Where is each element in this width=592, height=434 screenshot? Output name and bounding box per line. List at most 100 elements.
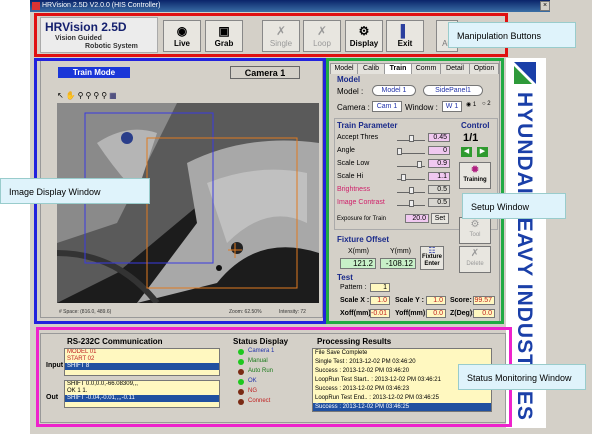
accept-thres-value[interactable]: 0.45	[428, 133, 450, 142]
scale-hi-slider[interactable]	[397, 171, 425, 181]
fixture-enter-button[interactable]: ☷ Fixture Enter	[420, 246, 444, 270]
status-led-icon	[238, 359, 244, 365]
exit-button[interactable]: ▌ Exit	[386, 20, 424, 52]
exit-door-icon: ▌	[400, 24, 410, 38]
set-exposure-button[interactable]: Set	[431, 213, 449, 224]
pan-icon[interactable]: ✋	[66, 91, 76, 101]
scale-low-slider[interactable]	[397, 158, 425, 168]
part-select[interactable]: SidePanel1	[423, 85, 483, 96]
pattern-label: Pattern :	[340, 284, 367, 291]
display-button[interactable]: ⚙ Display	[345, 20, 383, 52]
result-item: LoopRun Test End.. : 2013-12-02 PM 03:46…	[315, 395, 439, 401]
scale-y-value: 1.0	[426, 296, 446, 305]
xoff-value: -0.01	[370, 309, 390, 318]
close-icon[interactable]: ×	[540, 1, 550, 11]
tab-calib[interactable]: Calib	[357, 63, 385, 74]
model-label: Model :	[337, 87, 364, 96]
training-button[interactable]: ✹ Training	[459, 162, 491, 189]
list-item: SHIFT 8	[65, 363, 219, 370]
list-item: START 02	[67, 356, 95, 362]
mode-label: Train Mode	[58, 67, 130, 78]
tab-comm[interactable]: Comm	[411, 63, 441, 74]
scale-x-value: 1.0	[370, 296, 390, 305]
input-label: Input	[46, 362, 64, 369]
image-toolbar: ↖ ✋ ⚲ ⚲ ⚲ ⚲ ▦	[57, 91, 137, 101]
grid-icon[interactable]: ▦	[109, 91, 117, 101]
status-indicator-label: Manual	[248, 358, 268, 364]
app-name: HRVision 2.5D	[45, 20, 127, 34]
prev-arrow-icon[interactable]: ◀	[461, 147, 472, 157]
contrast-slider[interactable]	[397, 197, 425, 207]
zoom-reset-icon[interactable]: ⚲	[101, 91, 107, 101]
out-label: Out	[46, 394, 59, 401]
status-led-icon	[238, 399, 244, 405]
scale-x-label: Scale X :	[340, 297, 370, 304]
camera-select[interactable]: Cam 1	[372, 101, 402, 112]
window-radio-2[interactable]: ○ 2	[482, 101, 491, 107]
status-display-header: Status Display	[233, 337, 289, 346]
exposure-label: Exposure for Train	[337, 216, 387, 222]
pointer-icon[interactable]: ↖	[57, 91, 64, 101]
window-radio-1[interactable]: ◉ 1	[466, 101, 476, 108]
train-parameter-header: Train Parameter	[337, 121, 398, 130]
list-item: SHIFT -0.04,-0.01,,,,-0.11	[65, 395, 219, 402]
app-subtitle-1: Vision Guided	[55, 35, 102, 42]
grab-button[interactable]: ▣ Grab	[205, 20, 243, 52]
yoff-value: 0.0	[426, 309, 446, 318]
fixture-y-value[interactable]: -108.12	[380, 258, 416, 269]
brightness-value[interactable]: 0.5	[428, 185, 450, 194]
list-item: SHIFT 0.0,0.0,-66.08309,,,	[67, 381, 138, 387]
pattern-value: 1	[370, 283, 390, 292]
brightness-slider[interactable]	[397, 184, 425, 194]
loop-button[interactable]: ✗ Loop	[303, 20, 341, 52]
tab-model[interactable]: Model	[330, 63, 358, 74]
zoom-fit-icon[interactable]: ⚲	[93, 91, 99, 101]
app-icon	[32, 2, 40, 10]
contrast-value[interactable]: 0.5	[428, 198, 450, 207]
status-indicator-label: NG	[248, 388, 257, 394]
space-readout: # Space: (816.0, 489.6)	[59, 309, 112, 315]
y-mm-label: Y(mm)	[390, 248, 411, 255]
hhi-logo-icon	[510, 58, 540, 88]
image-status-bar: # Space: (816.0, 489.6) Zoom: 62.50% Int…	[57, 308, 319, 317]
tab-option[interactable]: Option	[469, 63, 499, 74]
status-led-icon	[238, 389, 244, 395]
delete-button[interactable]: ✗ Delete	[459, 246, 491, 273]
title-bar: HRVision 2.5D V2.0.0 (HIS Controller)	[30, 0, 550, 12]
model-select[interactable]: Model 1	[372, 85, 416, 96]
angle-slider[interactable]	[397, 145, 425, 155]
param-label: Image Contrast	[337, 199, 385, 206]
fixture-icon: ☷	[428, 246, 436, 255]
fixture-offset-header: Fixture Offset	[337, 235, 390, 244]
angle-value[interactable]: 0	[428, 146, 450, 155]
tab-train[interactable]: Train	[384, 63, 412, 74]
scale-low-value[interactable]: 0.9	[428, 159, 450, 168]
fixture-x-value[interactable]: 121.2	[340, 258, 376, 269]
list-item: OK 1 1.	[67, 388, 88, 394]
single-button[interactable]: ✗ Single	[262, 20, 300, 52]
app-subtitle-2: Robotic System	[85, 43, 138, 50]
status-indicator-label: Auto Run	[248, 368, 274, 374]
callout-manipulation: Manipulation Buttons	[448, 22, 576, 48]
processing-results-header: Processing Results	[317, 337, 392, 346]
single-icon: ✗	[275, 24, 287, 38]
output-list[interactable]: SHIFT 0.0,0.0,-66.08309,,, OK 1 1. SHIFT…	[64, 380, 220, 408]
window-select[interactable]: W 1	[442, 101, 462, 112]
zoom-out-icon[interactable]: ⚲	[86, 91, 92, 101]
tab-detail[interactable]: Detail	[440, 63, 470, 74]
test-header: Test	[337, 273, 353, 282]
zoom-in-icon[interactable]: ⚲	[78, 91, 84, 101]
delete-icon: ✗	[470, 248, 480, 259]
tool-button[interactable]: ⚙ Tool	[459, 217, 491, 244]
input-list[interactable]: MODEL 01 START 02 SHIFT 8	[64, 348, 220, 376]
score-value: 99.57	[473, 296, 495, 305]
scale-hi-value[interactable]: 1.1	[428, 172, 450, 181]
accept-thres-slider[interactable]	[397, 132, 425, 142]
callout-setup: Setup Window	[462, 193, 566, 219]
app-logo-panel: HRVision 2.5D Vision Guided Robotic Syst…	[40, 17, 158, 53]
live-button[interactable]: ◉ Live	[163, 20, 201, 52]
exposure-value[interactable]: 20.0	[405, 214, 429, 223]
camera-field-label: Camera :	[337, 103, 370, 112]
next-arrow-icon[interactable]: ▶	[477, 147, 488, 157]
tool-icon: ⚙	[470, 219, 480, 230]
